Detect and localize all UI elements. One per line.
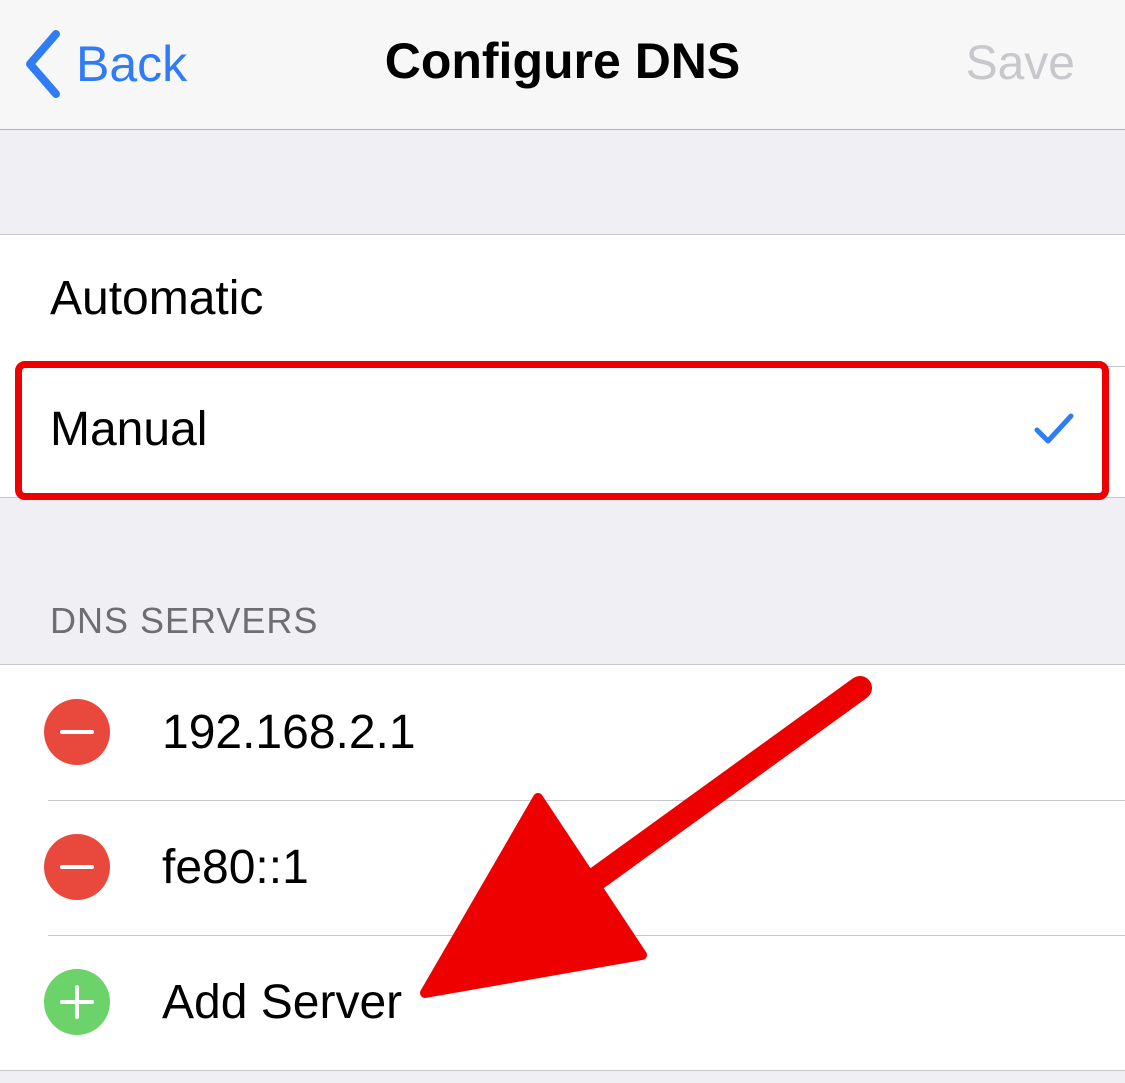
arrow-icon [420,676,872,998]
